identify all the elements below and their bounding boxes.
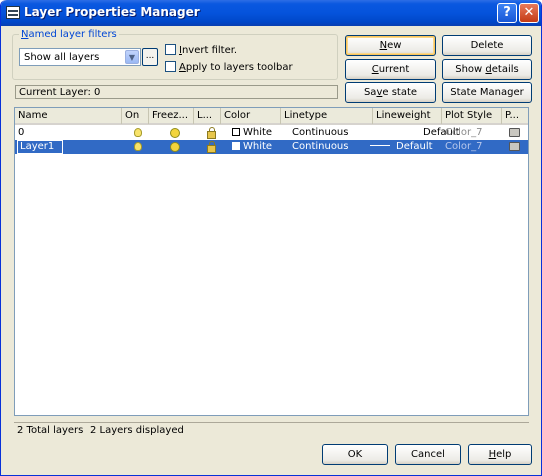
col-name[interactable]: Name <box>15 108 122 124</box>
status-bar: 2 Total layers 2 Layers displayed <box>14 422 529 438</box>
close-icon[interactable]: ✕ <box>519 3 539 23</box>
color-swatch <box>232 142 240 150</box>
col-plot[interactable]: P... <box>502 108 528 124</box>
current-button[interactable]: Current <box>345 59 436 80</box>
layer-linetype[interactable]: Continuous <box>292 126 348 140</box>
layer-properties-dialog: Layer Properties Manager ? ✕ Named layer… <box>0 0 542 476</box>
lineweight-text: Default <box>396 141 433 152</box>
total-layers-text: 2 Total layers <box>17 425 84 436</box>
col-plotstyle[interactable]: Plot Style <box>442 108 502 124</box>
layer-lineweight[interactable]: Default <box>370 140 433 154</box>
filter-combo[interactable]: Show all layers ▼ <box>19 48 141 66</box>
displayed-layers-text: 2 Layers displayed <box>90 425 184 436</box>
layer-list[interactable]: Name On Freez... L... Color Linetype Lin… <box>14 107 529 416</box>
color-swatch <box>232 128 240 136</box>
ok-button[interactable]: OK <box>322 444 388 465</box>
current-layer-display: Current Layer: 0 <box>15 85 338 99</box>
padlock-icon[interactable] <box>207 141 216 153</box>
layer-name-edit[interactable]: Layer1 <box>17 140 63 154</box>
app-icon <box>6 6 20 19</box>
filter-browse-button[interactable]: ... <box>142 48 158 66</box>
color-name: White <box>243 127 273 138</box>
show-details-button[interactable]: Show details <box>442 59 532 80</box>
help-button[interactable]: Help <box>468 444 532 465</box>
state-manager-button[interactable]: State Manager <box>442 82 532 103</box>
help-icon[interactable]: ? <box>497 3 517 23</box>
layer-color[interactable]: White <box>232 140 272 154</box>
invert-filter-label[interactable]: Invert filter. <box>179 45 237 56</box>
lightbulb-icon[interactable] <box>134 128 142 137</box>
layer-plotstyle: Color_7 <box>445 141 483 152</box>
printer-icon[interactable] <box>509 128 520 137</box>
layer-row[interactable]: Layer1 White Continuous Default Color_7 <box>15 140 528 154</box>
lineweight-sample <box>397 131 417 132</box>
lightbulb-icon[interactable] <box>134 142 142 151</box>
named-filters-label: Named layer filters <box>19 29 119 40</box>
current-layer-text: Current Layer: 0 <box>19 87 101 98</box>
col-color[interactable]: Color <box>221 108 281 124</box>
col-lineweight[interactable]: Lineweight <box>373 108 442 124</box>
layer-list-header: Name On Freez... L... Color Linetype Lin… <box>15 108 528 125</box>
layer-plotstyle: Color_7 <box>445 127 483 138</box>
color-name: White <box>243 141 273 152</box>
sun-icon[interactable] <box>170 142 180 152</box>
col-linetype[interactable]: Linetype <box>281 108 373 124</box>
sun-icon[interactable] <box>170 128 180 138</box>
filter-combo-value: Show all layers <box>24 52 100 63</box>
cancel-button[interactable]: Cancel <box>395 444 461 465</box>
col-freeze[interactable]: Freez... <box>149 108 194 124</box>
apply-toolbar-checkbox[interactable] <box>165 61 176 72</box>
delete-button[interactable]: Delete <box>442 35 532 56</box>
window-title: Layer Properties Manager <box>24 5 200 19</box>
padlock-icon[interactable] <box>207 127 216 139</box>
col-on[interactable]: On <box>122 108 149 124</box>
save-state-button[interactable]: Save state <box>345 82 436 103</box>
apply-toolbar-label[interactable]: Apply to layers toolbar <box>179 62 293 73</box>
layer-linetype[interactable]: Continuous <box>292 140 348 154</box>
new-button[interactable]: New <box>345 35 436 56</box>
layer-color[interactable]: White <box>232 126 272 140</box>
chevron-down-icon[interactable]: ▼ <box>125 50 139 64</box>
lineweight-sample <box>370 145 390 146</box>
layer-row[interactable]: 0 White Continuous Default Color_7 <box>15 126 528 140</box>
col-lock[interactable]: L... <box>194 108 221 124</box>
title-bar[interactable]: Layer Properties Manager ? ✕ <box>1 0 541 26</box>
invert-filter-checkbox[interactable] <box>165 44 176 55</box>
layer-name: 0 <box>18 127 25 138</box>
printer-icon[interactable] <box>509 142 520 151</box>
